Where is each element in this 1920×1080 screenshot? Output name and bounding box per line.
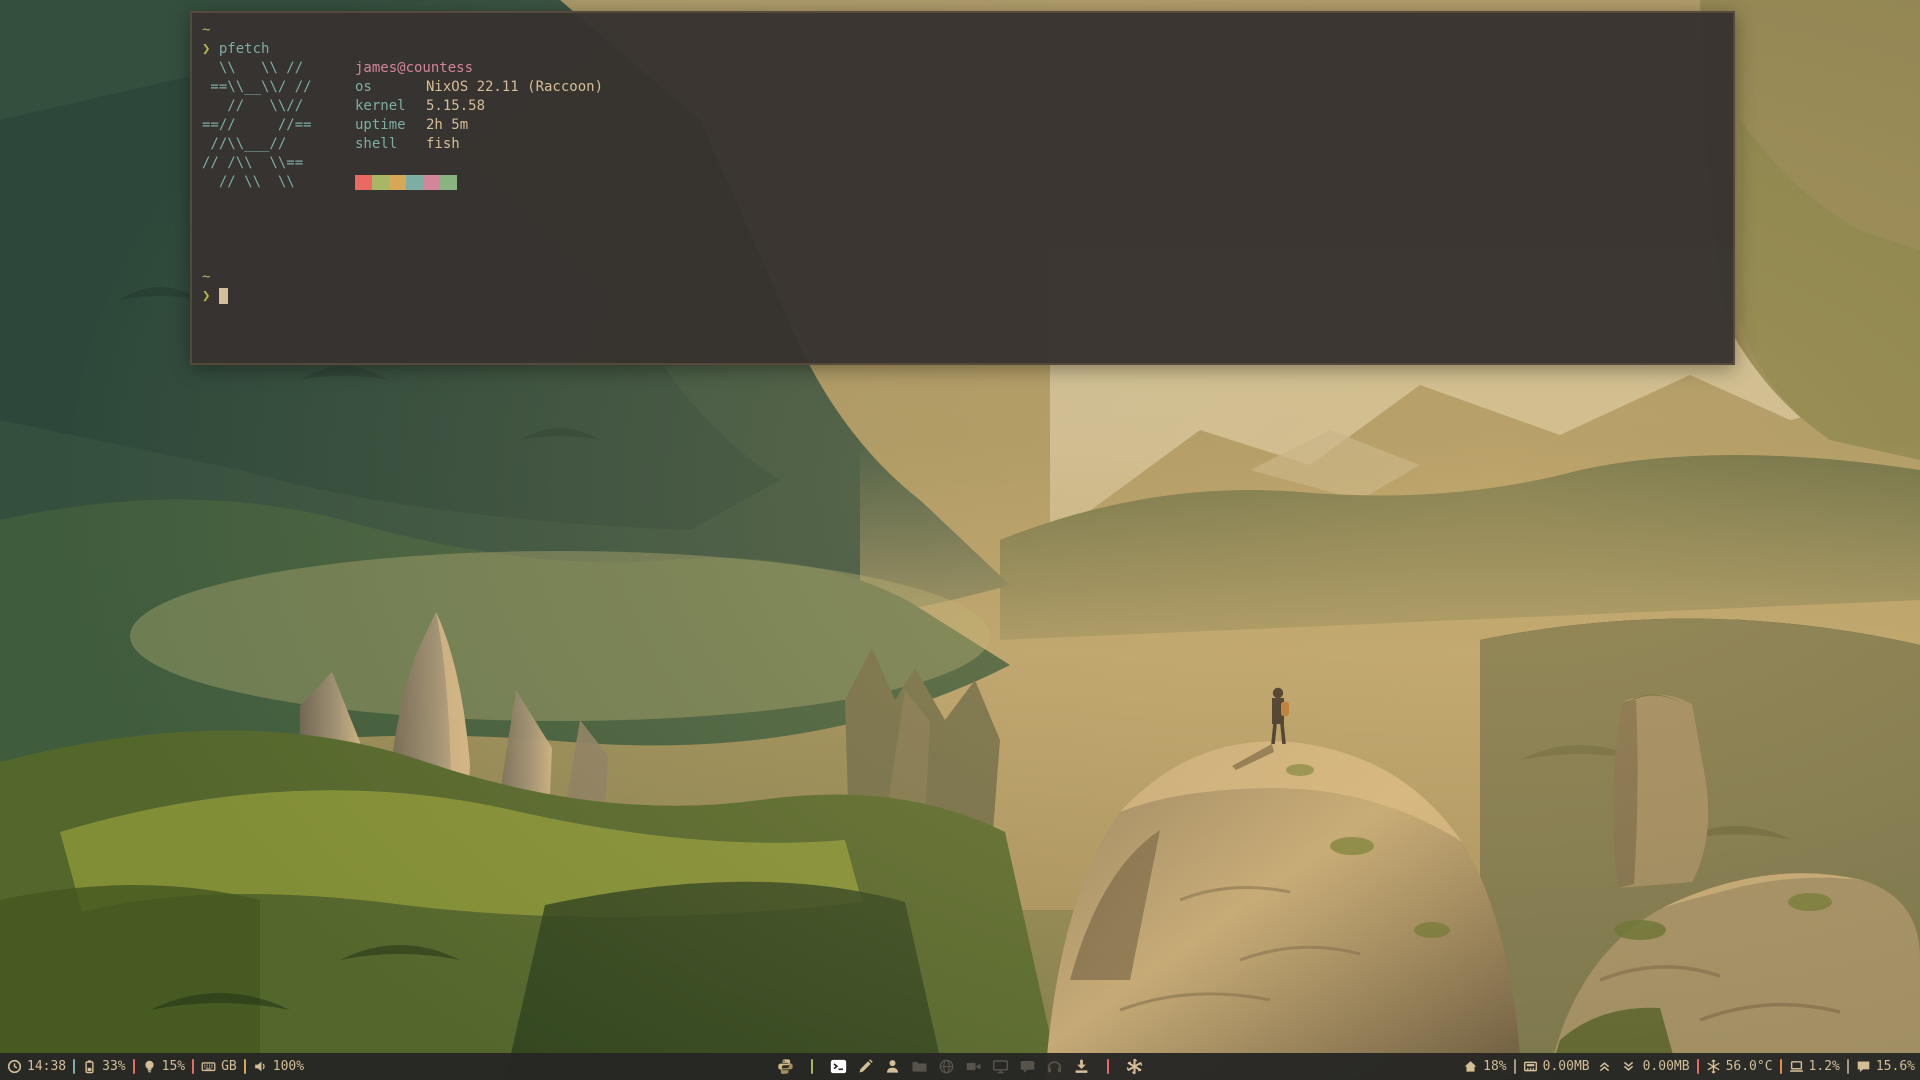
brightness-text: 15%	[162, 1059, 185, 1074]
volume-module[interactable]: 100%	[253, 1059, 304, 1074]
volume-text: 100%	[273, 1059, 304, 1074]
memory-module[interactable]: 15.6%	[1856, 1059, 1915, 1074]
info-label: uptime	[355, 116, 426, 135]
palette-swatch	[440, 175, 457, 190]
separator	[1847, 1059, 1849, 1074]
network-down-text: 0.00MB	[1543, 1059, 1590, 1074]
terminal-window[interactable]: ~ ❯ pfetch \\ \\ // ==\\__\\/ // // \\//…	[190, 11, 1735, 365]
network-up-text: 0.00MB	[1643, 1059, 1690, 1074]
home-usage-module[interactable]: 18%	[1463, 1059, 1506, 1074]
temperature-module[interactable]: 56.0°C	[1706, 1059, 1773, 1074]
info-row-shell: shellfish	[355, 135, 603, 154]
info-value: NixOS 22.11 (Raccoon)	[426, 79, 603, 95]
edit-icon[interactable]	[857, 1058, 874, 1075]
separator	[811, 1059, 813, 1074]
info-row-uptime: uptime2h 5m	[355, 116, 603, 135]
prompt-cwd: ~	[202, 21, 1723, 40]
clock-text: 14:38	[27, 1059, 66, 1074]
speech-bubble-icon	[1856, 1059, 1871, 1074]
cpu-text: 1.2%	[1809, 1059, 1840, 1074]
clock-icon	[7, 1059, 22, 1074]
memory-text: 15.6%	[1876, 1059, 1915, 1074]
separator	[192, 1059, 194, 1074]
terminal-content: ~ ❯ pfetch \\ \\ // ==\\__\\/ // // \\//…	[192, 13, 1733, 314]
headphones-icon[interactable]	[1046, 1058, 1063, 1075]
user-icon[interactable]	[884, 1058, 901, 1075]
bar-right-modules: 18% 0.00MB 0.00MB 56.0°C 1.2% 15.6%	[1463, 1059, 1920, 1074]
terminal-cursor	[219, 288, 228, 304]
active-prompt-line: ❯	[202, 287, 1723, 306]
globe-icon[interactable]	[938, 1058, 955, 1075]
keyboard-layout-module[interactable]: GB	[201, 1059, 237, 1074]
info-label: shell	[355, 135, 426, 154]
lightbulb-icon	[142, 1059, 157, 1074]
terminal-icon[interactable]	[830, 1058, 847, 1075]
separator	[73, 1059, 75, 1074]
user-host: james@countess	[355, 59, 603, 78]
pfetch-output: \\ \\ // ==\\__\\/ // // \\// ==// //== …	[202, 59, 1723, 192]
pfetch-info: james@countess osNixOS 22.11 (Raccoon) k…	[355, 59, 603, 192]
speaker-icon	[253, 1059, 268, 1074]
home-usage-text: 18%	[1483, 1059, 1506, 1074]
separator	[1697, 1059, 1699, 1074]
info-row-kernel: kernel5.15.58	[355, 97, 603, 116]
info-row-os: osNixOS 22.11 (Raccoon)	[355, 78, 603, 97]
folder-icon[interactable]	[911, 1058, 928, 1075]
brightness-module[interactable]: 15%	[142, 1059, 185, 1074]
snowflake-icon	[1706, 1059, 1721, 1074]
battery-module[interactable]: 33%	[82, 1059, 125, 1074]
info-value: 2h 5m	[426, 117, 468, 133]
network-module[interactable]: 0.00MB 0.00MB	[1523, 1059, 1690, 1074]
display-icon[interactable]	[992, 1058, 1009, 1075]
separator	[1780, 1059, 1782, 1074]
chat-icon[interactable]	[1019, 1058, 1036, 1075]
prompt-symbol: ❯	[202, 288, 210, 304]
network-icon	[1523, 1059, 1538, 1074]
keyboard-icon	[201, 1059, 216, 1074]
download-chevrons-icon	[1621, 1059, 1636, 1074]
info-value: fish	[426, 136, 460, 152]
palette-swatch	[406, 175, 423, 190]
python-icon[interactable]	[777, 1058, 794, 1075]
palette-swatch	[372, 175, 389, 190]
info-value: 5.15.58	[426, 98, 485, 114]
separator	[1514, 1059, 1516, 1074]
separator	[244, 1059, 246, 1074]
keyboard-layout-text: GB	[221, 1059, 237, 1074]
laptop-icon	[1789, 1059, 1804, 1074]
house-icon	[1463, 1059, 1478, 1074]
upload-chevrons-icon	[1597, 1059, 1612, 1074]
battery-text: 33%	[102, 1059, 125, 1074]
separator	[133, 1059, 135, 1074]
temperature-text: 56.0°C	[1726, 1059, 1773, 1074]
nixos-icon[interactable]	[1126, 1058, 1143, 1075]
status-bar: 14:38 33% 15% GB 100%	[0, 1053, 1920, 1080]
clock-module[interactable]: 14:38	[7, 1059, 66, 1074]
bar-tray	[777, 1058, 1143, 1075]
bar-left-modules: 14:38 33% 15% GB 100%	[0, 1059, 304, 1074]
battery-icon	[82, 1059, 97, 1074]
download-icon[interactable]	[1073, 1058, 1090, 1075]
cpu-module[interactable]: 1.2%	[1789, 1059, 1840, 1074]
command-text: pfetch	[219, 41, 270, 57]
palette-swatch	[389, 175, 406, 190]
prompt-cwd: ~	[202, 268, 1723, 287]
separator	[1107, 1059, 1109, 1074]
prompt-line: ❯ pfetch	[202, 40, 1723, 59]
palette-swatch	[355, 175, 372, 190]
camera-icon[interactable]	[965, 1058, 982, 1075]
info-label: os	[355, 78, 426, 97]
palette-swatch	[423, 175, 440, 190]
nixos-ascii-logo: \\ \\ // ==\\__\\/ // // \\// ==// //== …	[202, 59, 355, 192]
info-label: kernel	[355, 97, 426, 116]
color-palette	[355, 173, 603, 192]
